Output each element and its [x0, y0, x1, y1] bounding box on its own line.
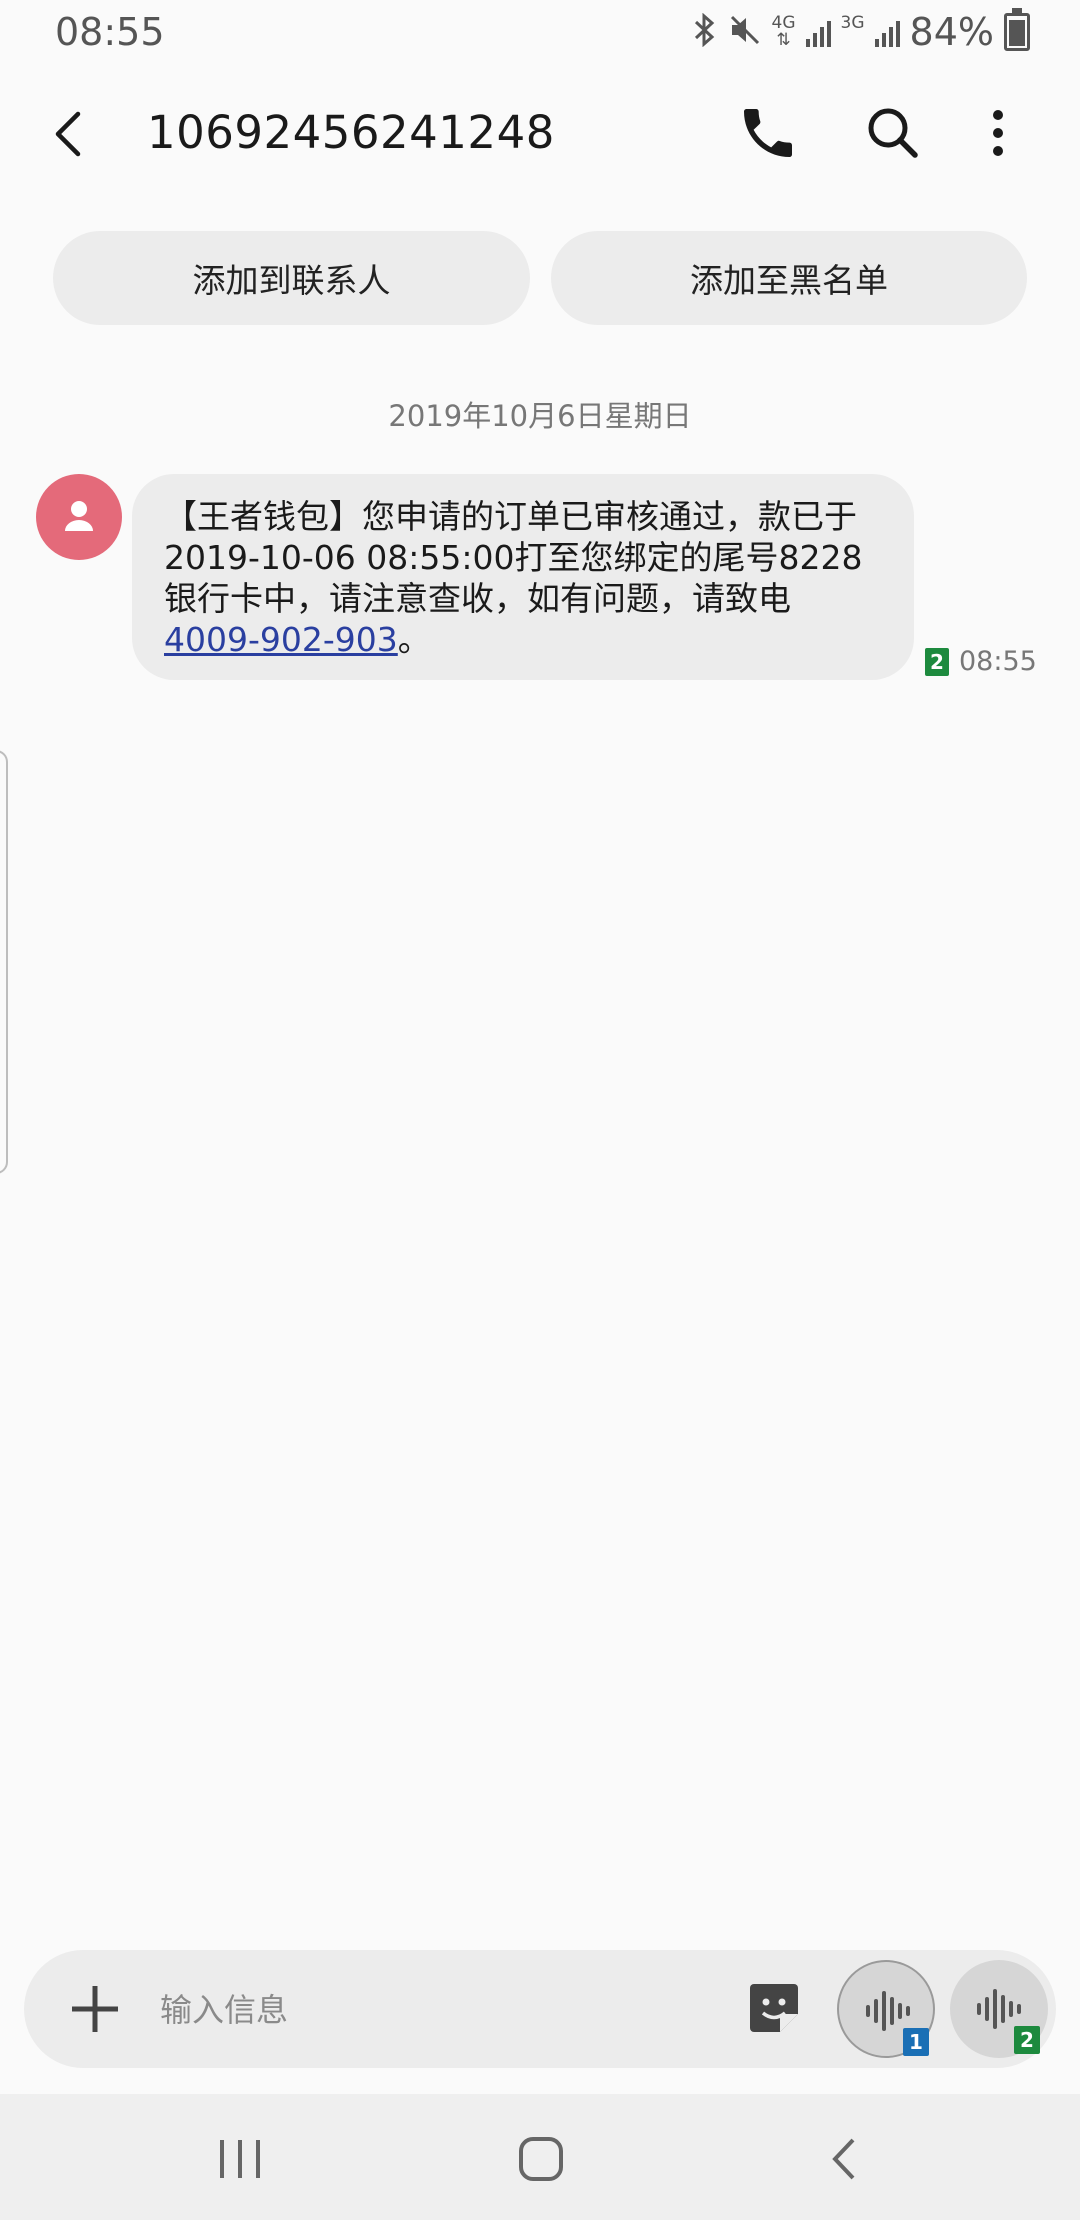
- date-separator: 2019年10月6日星期日: [388, 399, 692, 433]
- contact-title: 10692456241248: [147, 106, 555, 159]
- call-button[interactable]: [736, 101, 800, 165]
- phone-number-link[interactable]: 4009-902-903: [164, 620, 398, 659]
- message-line: 2019-10-06 08:55:00打至您绑定的尾号8228: [164, 538, 863, 577]
- message-line-last: 4009-902-903。: [164, 619, 884, 660]
- phone-icon: [744, 109, 792, 157]
- back-button[interactable]: [40, 104, 100, 164]
- message-bubble[interactable]: 【王者钱包】您申请的订单已审核通过，款已于 2019-10-06 08:55:0…: [132, 474, 914, 680]
- sim2-badge: 2: [1014, 2026, 1040, 2054]
- message-time: 08:55: [959, 646, 1037, 677]
- add-to-contacts-button[interactable]: 添加到联系人: [53, 231, 530, 325]
- send-sim2-button[interactable]: 2: [950, 1960, 1048, 2058]
- status-icons: 4G ⇅ 3G 84%: [692, 8, 1030, 56]
- recents-icon: [220, 2140, 260, 2178]
- signal-icon-2: [874, 17, 900, 47]
- message-line: 【王者钱包】您申请的订单已审核通过，款已于: [164, 497, 857, 536]
- network-4g: 4G ⇅: [771, 13, 796, 50]
- person-icon: [65, 501, 93, 531]
- more-options-button[interactable]: [966, 101, 1030, 165]
- navigation-bar: [0, 2094, 1080, 2220]
- search-button[interactable]: [861, 101, 925, 165]
- home-button[interactable]: [511, 2132, 571, 2186]
- status-time: 08:55: [55, 10, 165, 54]
- signal-icon: [805, 17, 831, 47]
- sim1-badge: 1: [903, 2028, 929, 2056]
- recent-apps-button[interactable]: [210, 2132, 270, 2186]
- send-sim1-button[interactable]: 1: [837, 1960, 935, 2058]
- sim-badge: 2: [925, 647, 949, 676]
- nav-back-button[interactable]: [815, 2132, 875, 2186]
- mute-icon: [728, 13, 762, 52]
- battery-percent: 84%: [909, 10, 994, 54]
- add-to-blacklist-button[interactable]: 添加至黑名单: [551, 231, 1027, 325]
- search-icon: [868, 108, 918, 158]
- attach-button[interactable]: [66, 1980, 124, 2038]
- avatar[interactable]: [36, 474, 122, 560]
- sticker-button[interactable]: [744, 1978, 804, 2038]
- message-meta: 2 08:55: [925, 646, 1037, 677]
- message-line: 银行卡中，请注意查收，如有问题，请致电: [164, 579, 791, 618]
- plus-icon: [72, 1986, 118, 2032]
- more-vert-icon: [993, 110, 1003, 156]
- back-arrow-icon: [55, 111, 81, 157]
- message-composer: 1 2: [24, 1950, 1056, 2068]
- status-bar: 08:55 4G ⇅ 3G 84%: [0, 0, 1080, 66]
- message-input[interactable]: [158, 1976, 742, 2044]
- battery-icon: [1004, 8, 1030, 51]
- bluetooth-icon: [692, 12, 718, 52]
- back-icon: [832, 2138, 855, 2180]
- conversation-header: 10692456241248: [0, 66, 1080, 206]
- sticker-icon: [750, 1984, 798, 2032]
- edge-panel-handle[interactable]: [0, 750, 8, 1174]
- network-3g: 3G: [840, 13, 865, 33]
- home-icon: [519, 2137, 563, 2181]
- message-suffix: 。: [397, 620, 431, 659]
